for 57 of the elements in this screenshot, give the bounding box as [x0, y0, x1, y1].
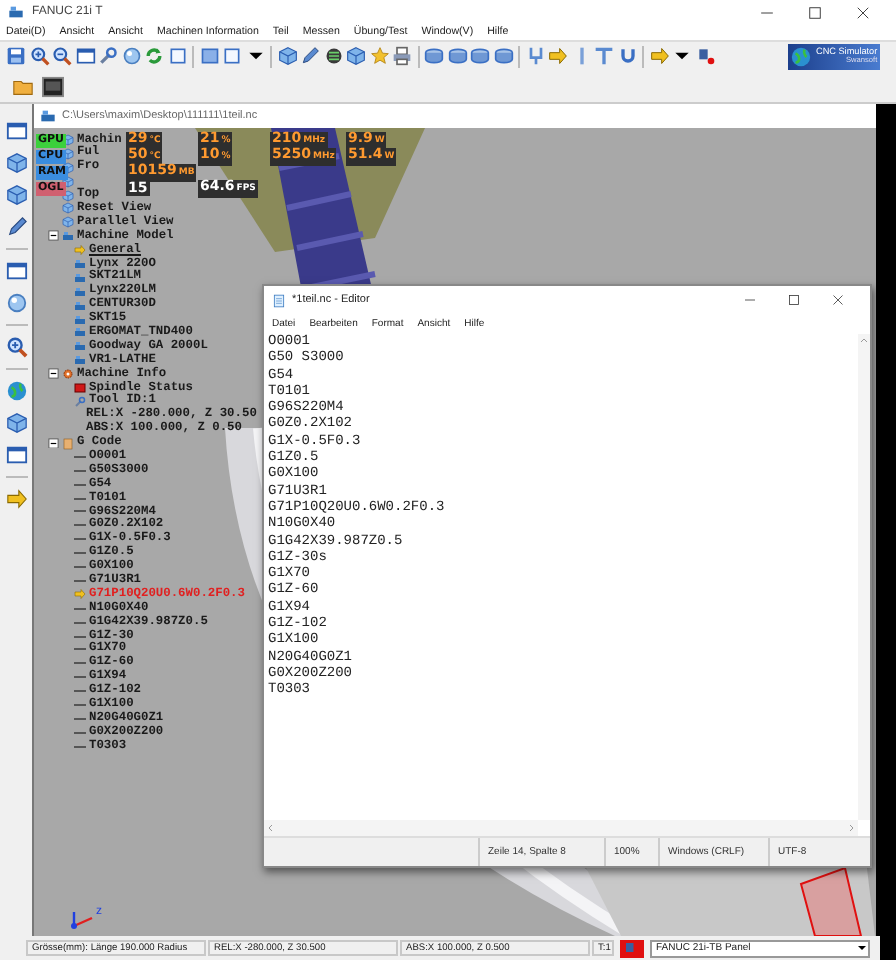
maximize-icon[interactable]: [788, 294, 800, 306]
machine-icon: [62, 230, 74, 243]
collapse-icon[interactable]: [48, 230, 59, 242]
caret-icon: [856, 942, 868, 954]
magnet-icon[interactable]: [617, 46, 637, 66]
window-icon[interactable]: [5, 120, 27, 142]
window-icon[interactable]: [5, 444, 27, 466]
refresh-icon[interactable]: [144, 46, 164, 66]
axis-icon: [70, 906, 94, 930]
cube-icon[interactable]: [5, 152, 27, 174]
window-icon[interactable]: [75, 46, 95, 66]
arrow-icon: [74, 244, 86, 257]
close-icon[interactable]: [856, 5, 870, 19]
notepad-icon: [272, 293, 286, 307]
folder-icon[interactable]: [12, 75, 34, 97]
cube-icon[interactable]: [346, 46, 366, 66]
fork-icon[interactable]: [525, 46, 545, 66]
cylinder-icon[interactable]: [470, 46, 490, 66]
cube-icon[interactable]: [5, 184, 27, 206]
maximize-icon[interactable]: [808, 5, 822, 19]
square-icon: [74, 381, 86, 394]
globe-icon[interactable]: [5, 380, 27, 402]
arrow-icon: [74, 588, 86, 601]
square-icon[interactable]: [222, 46, 242, 66]
t-bar-icon[interactable]: [594, 46, 614, 66]
square-icon[interactable]: [199, 46, 219, 66]
cube-icon[interactable]: [277, 46, 297, 66]
document-icon: [62, 437, 74, 450]
machine-icon: [8, 4, 24, 20]
zoom-in-icon[interactable]: [29, 46, 49, 66]
machine-icon: [40, 108, 56, 124]
horizontal-scrollbar[interactable]: [264, 820, 858, 836]
cylinder-icon[interactable]: [447, 46, 467, 66]
wrench-icon[interactable]: [98, 46, 118, 66]
close-icon[interactable]: [832, 294, 844, 306]
collapse-icon[interactable]: [48, 437, 59, 449]
zoom-out-icon[interactable]: [52, 46, 72, 66]
printer-icon[interactable]: [392, 46, 412, 66]
globe-icon: [790, 45, 812, 67]
gear-icon: [62, 368, 74, 381]
arrow-icon[interactable]: [548, 46, 568, 66]
cube-icon[interactable]: [5, 412, 27, 434]
vertical-scrollbar[interactable]: [858, 334, 870, 820]
pen-icon[interactable]: [5, 216, 27, 238]
display-icon[interactable]: [42, 75, 64, 97]
sphere-icon[interactable]: [121, 46, 141, 66]
sphere-icon[interactable]: [5, 292, 27, 314]
zoom-in-icon[interactable]: [5, 336, 27, 358]
wrench-icon: [74, 395, 86, 408]
cylinder-icon[interactable]: [493, 46, 513, 66]
arrow-icon[interactable]: [5, 488, 27, 510]
square-icon[interactable]: [167, 46, 187, 66]
collapse-icon[interactable]: [48, 368, 59, 380]
cylinder-icon[interactable]: [424, 46, 444, 66]
window-icon[interactable]: [5, 260, 27, 282]
pen-icon[interactable]: [300, 46, 320, 66]
star-icon[interactable]: [369, 46, 389, 66]
